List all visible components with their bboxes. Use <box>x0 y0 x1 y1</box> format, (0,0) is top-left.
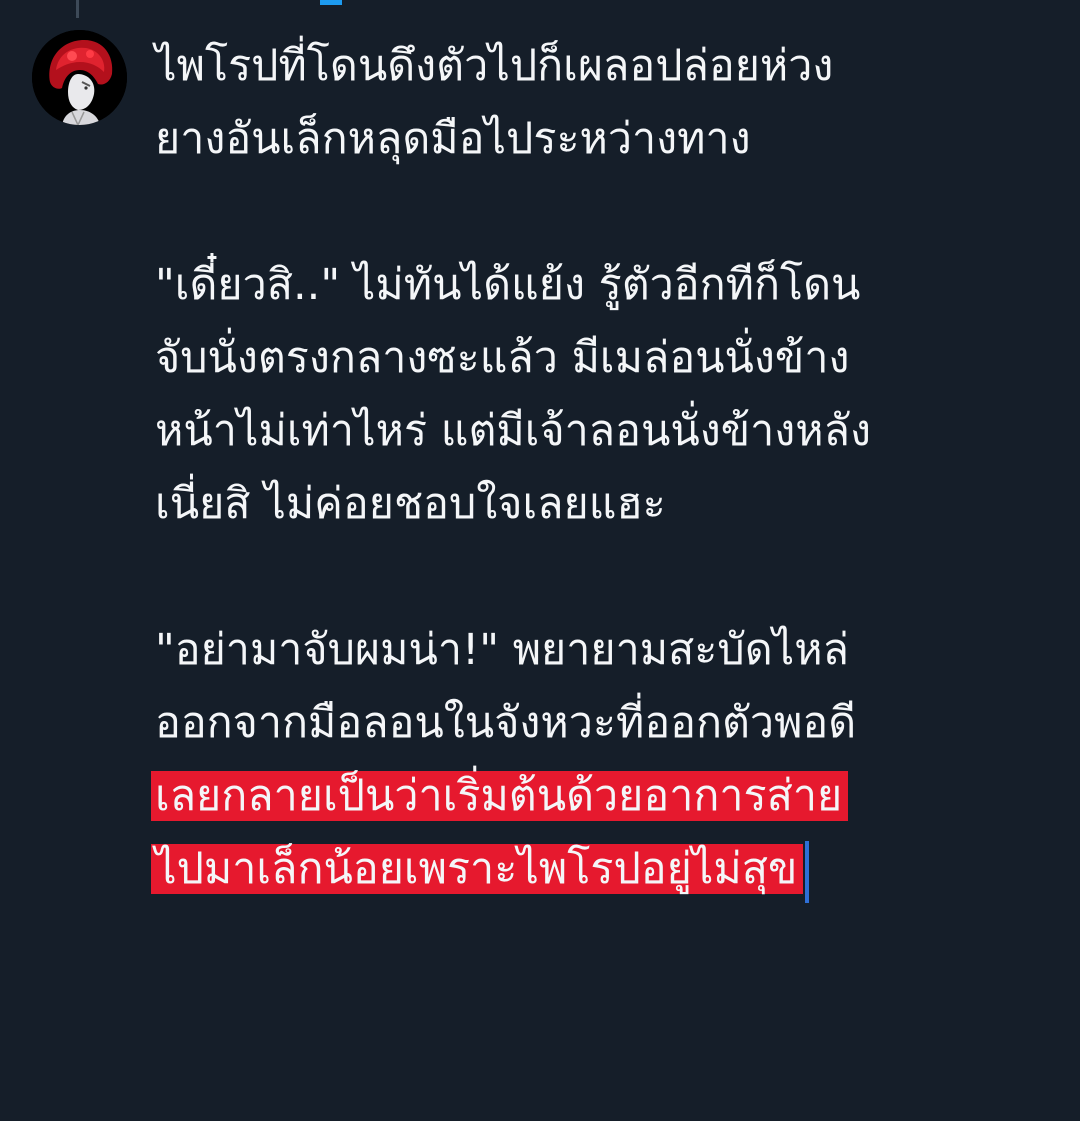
user-avatar-icon <box>32 30 127 125</box>
text-cursor-caret[interactable] <box>805 840 810 903</box>
text-line: ยางอันเล็กหลุดมือไประหว่างทาง <box>155 114 751 164</box>
thread-connector-line <box>76 0 79 18</box>
text-line: ไพโรปที่โดนดึงตัวไปก็เผลอปล่อยห่วง <box>155 41 834 91</box>
text-line: "อย่ามาจับผมน่า!" พยายามสะบัดไหล่ <box>155 625 849 675</box>
avatar[interactable] <box>32 30 127 125</box>
text-line: "เดี๋ยวสิ.." ไม่ทันได้แย้ง รู้ตัวอีกทีก็… <box>155 260 861 310</box>
highlighted-text-line[interactable]: เลยกลายเป็นว่าเริ่มต้นด้วยอาการส่าย <box>151 760 1055 833</box>
selection-highlight: ไปมาเล็กน้อยเพราะไพโรปอยู่ไม่สุข <box>151 844 804 894</box>
text-line: จับนั่งตรงกลางซะแล้ว มีเมล่อนนั่งข้าง <box>155 333 850 383</box>
selection-handle[interactable] <box>320 0 342 5</box>
tweet-text[interactable]: ไพโรปที่โดนดึงตัวไปก็เผลอปล่อยห่วง ยางอั… <box>151 30 1055 906</box>
highlighted-text-line[interactable]: ไปมาเล็กน้อยเพราะไพโรปอยู่ไม่สุข <box>151 833 1055 906</box>
selection-highlight: เลยกลายเป็นว่าเริ่มต้นด้วยอาการส่าย <box>151 771 849 821</box>
text-line: หน้าไม่เท่าไหร่ แต่มีเจ้าลอนนั่งข้างหลัง <box>155 406 871 456</box>
paragraph-1: ไพโรปที่โดนดึงตัวไปก็เผลอปล่อยห่วง ยางอั… <box>155 30 1055 176</box>
text-line: ออกจากมือลอนในจังหวะที่ออกตัวพอดี <box>155 698 857 748</box>
paragraph-3: "อย่ามาจับผมน่า!" พยายามสะบัดไหล่ ออกจาก… <box>151 614 1055 906</box>
text-line: เนี่ยสิ ไม่ค่อยชอบใจเลยแฮะ <box>155 479 666 529</box>
paragraph-2: "เดี๋ยวสิ.." ไม่ทันได้แย้ง รู้ตัวอีกทีก็… <box>155 249 1055 541</box>
